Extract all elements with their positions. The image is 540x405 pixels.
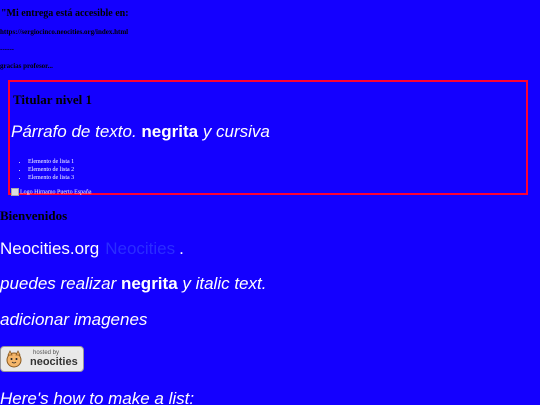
list-heading: Here's how to make a list: xyxy=(0,389,195,405)
image-alt-text: Logo Hirnamo Puerto España xyxy=(20,189,92,196)
formatting-end: y italic text. xyxy=(177,274,267,293)
welcome-heading: Bienvenidos xyxy=(0,208,68,223)
box-title: Titular nivel 1 xyxy=(13,92,92,107)
header-url: https://sergiocinco.neocities.org/index.… xyxy=(0,28,129,36)
neocities-link[interactable]: Neocities xyxy=(105,239,175,258)
list-item: Elemento de lista 2 xyxy=(28,166,74,174)
neocities-line: Neocities.org Neocities. xyxy=(0,239,184,259)
box-paragraph-start: Párrafo de texto. xyxy=(11,122,142,141)
broken-image-icon xyxy=(11,188,19,196)
box-paragraph: Párrafo de texto. negrita y cursiva xyxy=(11,122,270,142)
images-line: adicionar imagenes xyxy=(0,310,148,329)
badge-neocities: neocities xyxy=(30,356,78,368)
list-item: Elemento de lista 1 xyxy=(28,158,74,166)
header-bye: gracias profesor... xyxy=(0,62,53,70)
formatting-bold: negrita xyxy=(120,274,178,293)
broken-image: Logo Hirnamo Puerto España xyxy=(11,188,91,196)
box-paragraph-bold: negrita xyxy=(141,122,199,141)
formatting-start: puedes realizar xyxy=(0,274,121,293)
neocities-dot: . xyxy=(179,239,184,258)
box-list: Elemento de lista 1 Elemento de lista 2 … xyxy=(20,158,74,182)
content-box: Titular nivel 1 Párrafo de texto. negrit… xyxy=(8,80,528,196)
list-item: Elemento de lista 3 xyxy=(28,174,74,182)
neocities-text: Neocities.org xyxy=(0,239,100,258)
formatting-line: puedes realizar negrita y italic text. xyxy=(0,274,266,294)
header-line: "Mi entrega está accesible en: xyxy=(1,8,129,19)
box-paragraph-end: y cursiva xyxy=(198,122,270,141)
header-dashes: ------ xyxy=(0,45,14,53)
neocities-cat-icon xyxy=(6,350,22,368)
hosted-by-neocities-badge[interactable]: hosted by neocities xyxy=(0,346,84,372)
